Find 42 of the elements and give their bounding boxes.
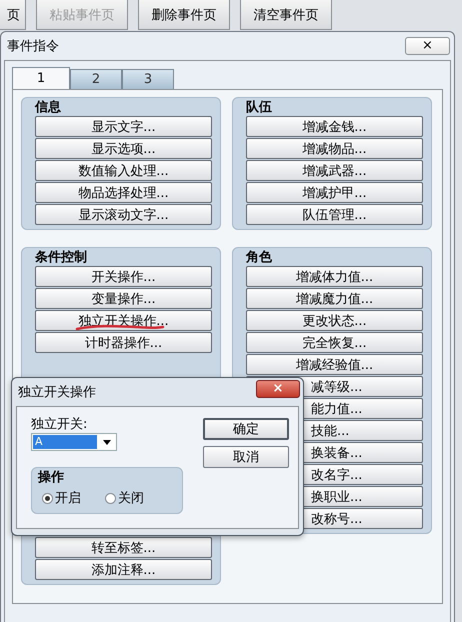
toolbar-button[interactable]: 页 [0,0,26,30]
command-button[interactable]: 变量操作... [35,288,212,309]
command-button[interactable]: 完全恢复... [246,332,423,353]
caret-icon [103,440,111,444]
command-button[interactable]: 数值输入处理... [35,160,212,181]
command-button[interactable]: 增减金钱... [246,116,423,137]
group-title: 信息 [35,100,62,115]
tab[interactable]: 2 [70,69,122,89]
group-title: 队伍 [246,100,273,115]
command-button[interactable]: 开关操作... [35,266,212,287]
command-button[interactable]: 显示滚动文字... [35,204,212,225]
command-button[interactable]: 显示文字... [35,116,212,137]
close-button[interactable]: × [405,37,450,55]
cancel-button[interactable]: 取消 [203,446,289,468]
command-button[interactable]: 增减经验值... [246,354,423,375]
command-button[interactable]: 计时器操作... [35,332,212,353]
command-button[interactable]: 转至标签... [35,537,212,558]
command-button[interactable]: 增减护甲... [246,182,423,203]
dialog-title: 独立开关操作 [18,384,96,401]
toolbar-button[interactable]: 删除事件页 [138,0,230,30]
command-button[interactable]: 添加注释... [35,559,212,580]
command-button[interactable]: 增减魔力值... [246,288,423,309]
command-button[interactable]: 增减物品... [246,138,423,159]
close-button[interactable]: × [256,380,300,398]
field-label: 独立开关: [31,416,88,433]
window-title: 事件指令 [7,38,59,55]
command-button[interactable]: 增减体力值... [246,266,423,287]
group-title: 操作 [38,470,65,485]
tab[interactable]: 1 [12,67,70,89]
switch-dropdown[interactable]: A [31,433,117,451]
radio-option[interactable]: 关闭 [105,489,144,507]
command-button[interactable]: 显示选项... [35,138,212,159]
command-button[interactable]: 物品选择处理... [35,182,212,203]
group-title: 条件控制 [35,250,88,265]
tab[interactable]: 3 [122,69,174,89]
command-button[interactable]: 增减武器... [246,160,423,181]
ok-button[interactable]: 确定 [203,418,289,440]
command-button[interactable]: 更改状态... [246,310,423,331]
toolbar-button[interactable]: 清空事件页 [240,0,332,30]
radio-option[interactable]: 开启 [42,489,81,507]
group-title: 角色 [246,250,273,265]
command-button[interactable]: 队伍管理... [246,204,423,225]
